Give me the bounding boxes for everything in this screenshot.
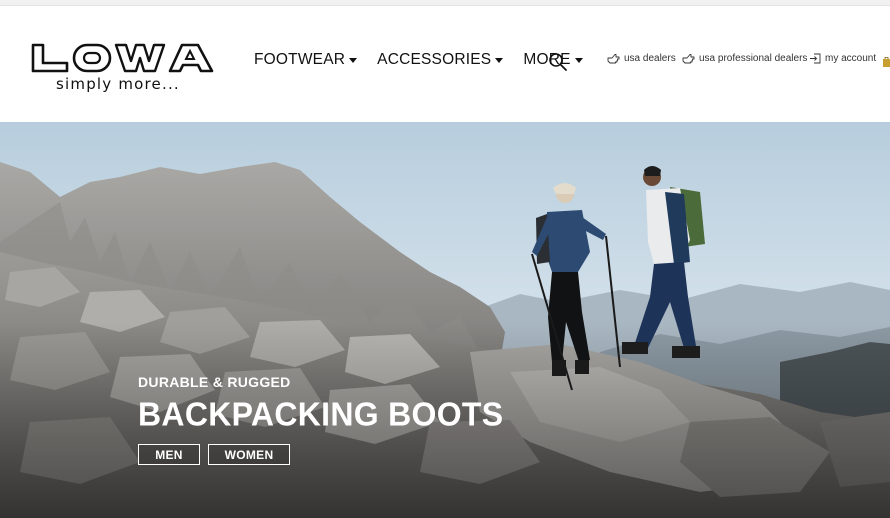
usa-dealers-link[interactable]: usa dealers bbox=[607, 53, 676, 64]
site-header: simply more... FOOTWEAR ACCESSORIES MORE… bbox=[0, 6, 890, 122]
shop-women-button[interactable]: WOMEN bbox=[208, 444, 290, 465]
caret-down-icon bbox=[349, 58, 358, 63]
pointing-hand-icon bbox=[607, 54, 620, 64]
nav-footwear[interactable]: FOOTWEAR bbox=[254, 51, 358, 69]
search-button[interactable] bbox=[548, 52, 568, 72]
lowa-wordmark-logo bbox=[31, 43, 214, 73]
usa-professional-dealers-label: usa professional dealers bbox=[699, 53, 808, 64]
lowa-logo[interactable] bbox=[30, 42, 216, 102]
cart-button[interactable] bbox=[882, 55, 890, 67]
my-account-label: my account bbox=[825, 53, 877, 64]
my-account-link[interactable]: my account bbox=[809, 53, 876, 64]
usa-dealers-label: usa dealers bbox=[624, 53, 676, 64]
cart-icon bbox=[883, 57, 890, 67]
hero-image bbox=[0, 122, 890, 518]
nav-footwear-label: FOOTWEAR bbox=[254, 51, 346, 68]
caret-down-icon bbox=[495, 58, 504, 63]
sign-in-icon bbox=[810, 53, 821, 64]
hero-title: BACKPACKING BOOTS bbox=[138, 395, 504, 433]
hero-kicker: DURABLE & RUGGED bbox=[138, 374, 291, 390]
brand-tagline: simply more... bbox=[56, 75, 180, 93]
nav-accessories[interactable]: ACCESSORIES bbox=[377, 51, 504, 69]
usa-professional-dealers-link[interactable]: usa professional dealers bbox=[682, 53, 807, 64]
caret-down-icon bbox=[574, 58, 583, 63]
nav-accessories-label: ACCESSORIES bbox=[377, 51, 492, 68]
search-icon bbox=[549, 53, 567, 71]
shop-men-button[interactable]: MEN bbox=[138, 444, 200, 465]
hero-banner bbox=[0, 122, 890, 518]
pointing-hand-icon bbox=[682, 54, 695, 64]
hero-text-block: DURABLE & RUGGED bbox=[138, 374, 291, 390]
